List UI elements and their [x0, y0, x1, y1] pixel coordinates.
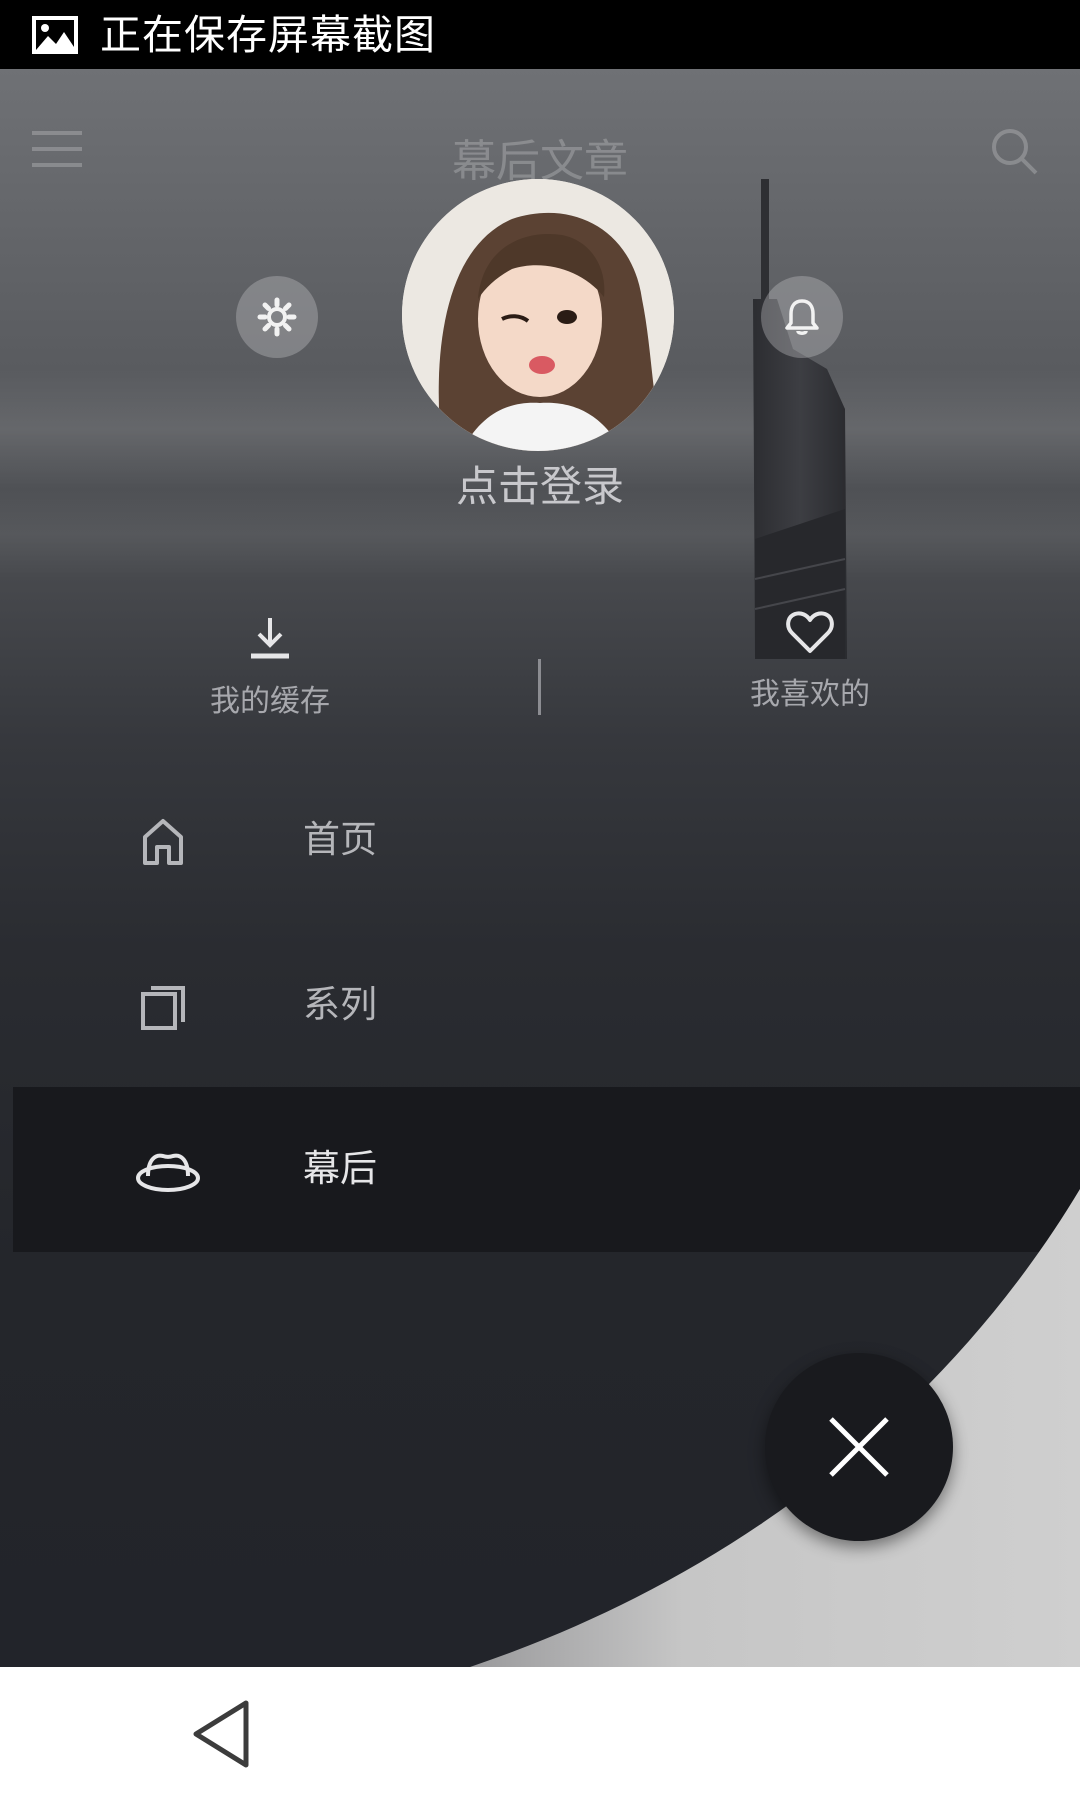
close-icon	[829, 1417, 889, 1477]
back-triangle-icon[interactable]	[190, 1697, 256, 1771]
app-area: 幕后文章 点击登录 我的缓存 我喜欢的 首页 系列 幕后	[0, 69, 1080, 1667]
navigation-bar	[0, 1667, 1080, 1800]
status-bar: 正在保存屏幕截图	[0, 0, 1080, 69]
screenshot-saving-text: 正在保存屏幕截图	[100, 11, 436, 59]
close-fab[interactable]	[765, 1353, 953, 1541]
screen: 正在保存屏幕截图 幕后文章 点击登录 我的缓存 我喜欢的 首页 系列 幕后	[0, 0, 1080, 1800]
image-icon	[32, 16, 78, 54]
